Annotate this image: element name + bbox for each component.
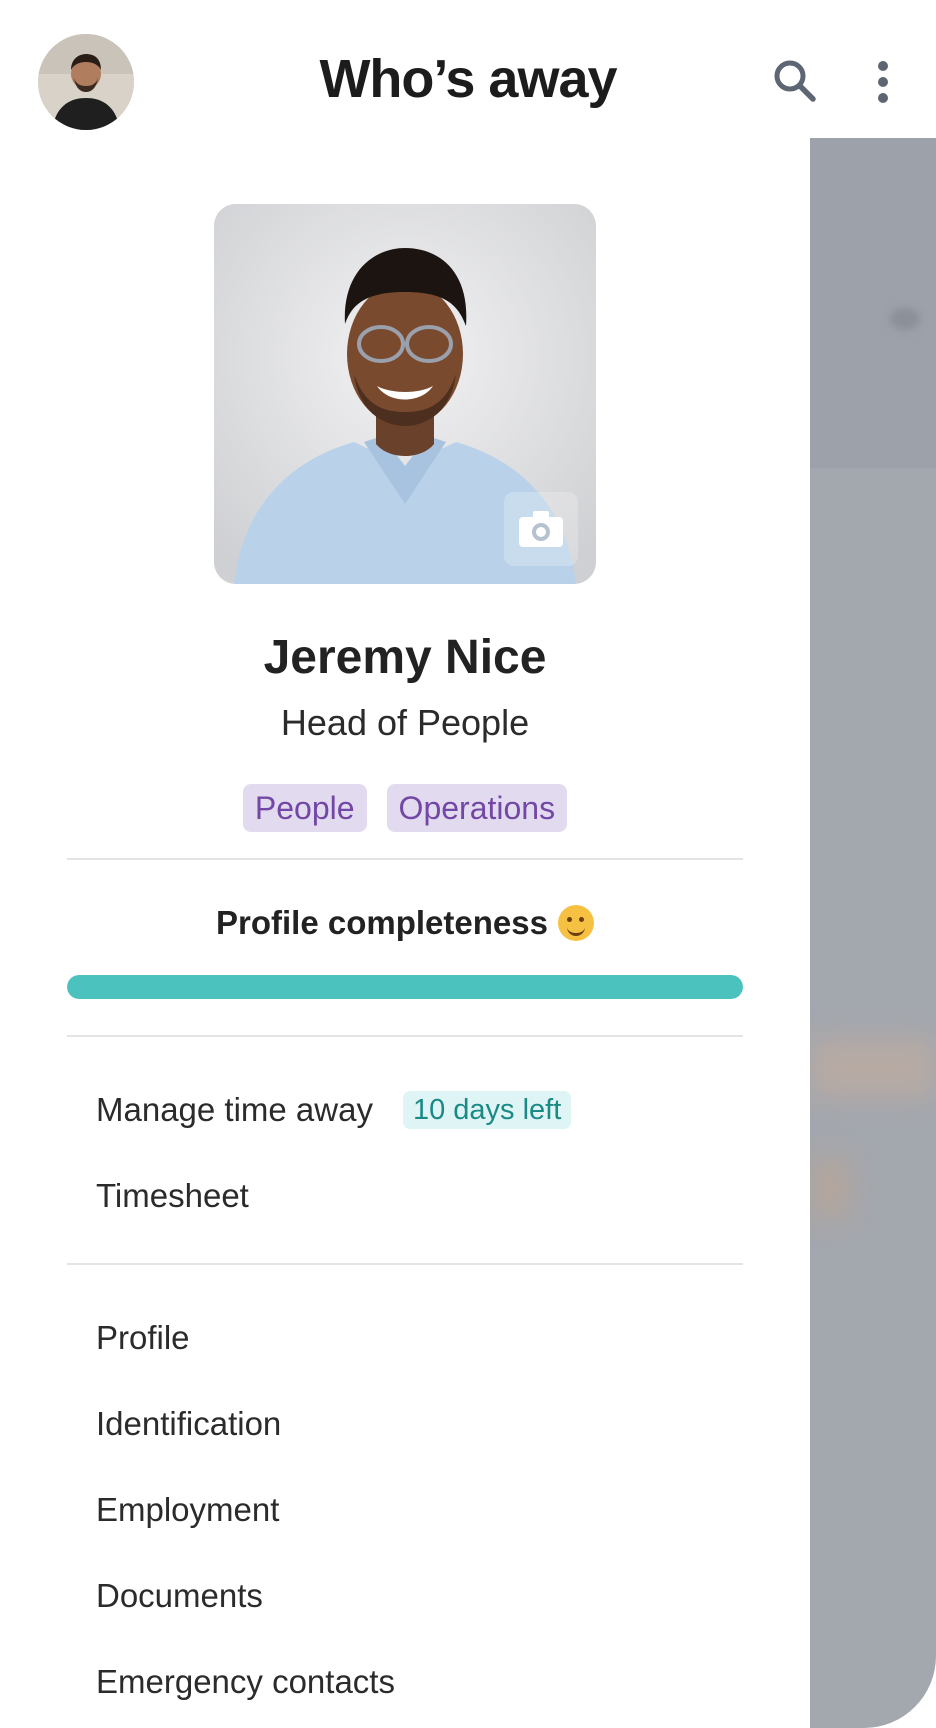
menu-item-employment[interactable]: Employment — [96, 1488, 279, 1532]
search-button[interactable] — [772, 58, 818, 104]
profile-drawer: Jeremy Nice Head of People People Operat… — [0, 138, 810, 1728]
menu-item-label: Profile — [96, 1319, 190, 1356]
person-role: Head of People — [280, 702, 530, 743]
menu-item-emergency-contacts[interactable]: Emergency contacts — [96, 1660, 395, 1704]
person-name: Jeremy Nice — [263, 631, 547, 684]
days-left-badge: 10 days left — [402, 1091, 572, 1129]
menu-item-label: Emergency contacts — [96, 1663, 395, 1700]
menu-item-label: Identification — [96, 1405, 282, 1442]
menu-item-timesheet[interactable]: Timesheet — [96, 1174, 249, 1218]
menu-item-label: Manage time away — [96, 1091, 373, 1128]
menu-item-profile[interactable]: Profile — [96, 1316, 190, 1360]
camera-icon — [519, 511, 563, 547]
completeness-progress-fill — [67, 975, 743, 999]
divider — [67, 1263, 743, 1265]
menu-item-identification[interactable]: Identification — [96, 1402, 281, 1446]
divider — [67, 858, 743, 860]
menu-item-label: Employment — [96, 1491, 280, 1528]
menu-item-manage-time-away[interactable]: Manage time away 10 days left — [96, 1088, 572, 1132]
menu-item-label: Documents — [96, 1577, 263, 1614]
more-vertical-icon — [878, 61, 888, 103]
dimmed-backdrop[interactable] — [810, 138, 936, 1728]
team-tags: People Operations — [0, 784, 810, 832]
app-header: Who’s away — [0, 0, 936, 138]
more-options-button[interactable] — [868, 58, 898, 106]
completeness-label: Profile completeness — [216, 904, 548, 941]
hugging-face-emoji-icon — [557, 905, 594, 941]
menu-item-label: Timesheet — [96, 1177, 249, 1214]
tag-operations[interactable]: Operations — [386, 784, 568, 832]
completeness-progress-bar — [67, 975, 743, 999]
search-icon — [774, 60, 816, 102]
tag-people[interactable]: People — [242, 784, 367, 832]
profile-photo — [214, 204, 596, 584]
divider — [67, 1035, 743, 1037]
menu-item-documents[interactable]: Documents — [96, 1574, 263, 1618]
profile-completeness-heading: Profile completeness — [0, 904, 810, 942]
change-photo-button[interactable] — [504, 492, 578, 566]
